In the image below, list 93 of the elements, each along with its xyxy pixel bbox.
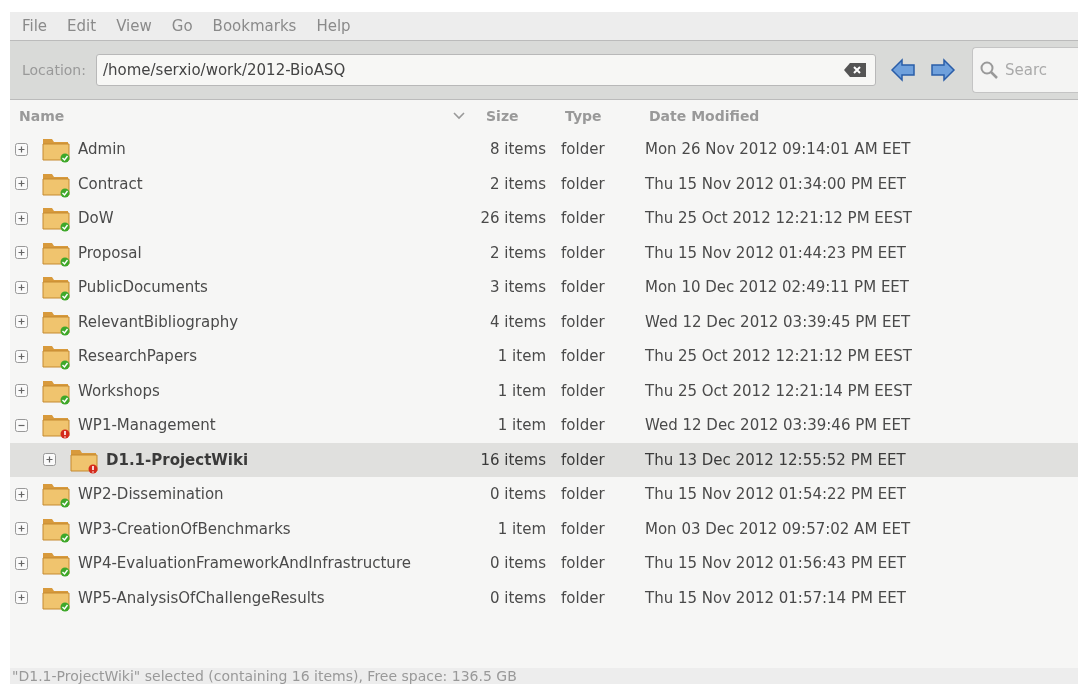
date-modified: Wed 12 Dec 2012 03:39:46 PM EET: [644, 416, 912, 435]
expand-toggle[interactable]: [15, 591, 28, 605]
item-count: 0 items: [489, 554, 547, 573]
file-type: folder: [560, 416, 606, 435]
location-field[interactable]: /home/serxio/work/2012-BioASQ: [95, 54, 876, 86]
item-count: 1 item: [496, 381, 547, 400]
search-icon: [979, 61, 998, 79]
item-count: 4 items: [489, 312, 547, 331]
date-modified: Thu 15 Nov 2012 01:57:14 PM EET: [644, 588, 907, 607]
file-name: WP3-CreationOfBenchmarks: [78, 519, 291, 538]
file-type: folder: [560, 347, 606, 366]
location-label: Location:: [22, 62, 86, 78]
file-row[interactable]: WP5-AnalysisOfChallengeResults 0 items folder Thu 15 Nov 2012 01:57:14 PM EET: [10, 580, 1078, 615]
date-modified: Thu 25 Oct 2012 12:21:12 PM EEST: [644, 347, 913, 366]
item-count: 2 items: [489, 174, 547, 193]
file-name: Contract: [78, 174, 143, 193]
file-row[interactable]: ResearchPapers 1 item folder Thu 25 Oct 2012 12:21:12 PM EEST: [10, 339, 1078, 374]
file-name: WP1-Management: [78, 416, 216, 435]
date-modified: Thu 25 Oct 2012 12:21:12 PM EEST: [644, 209, 913, 228]
file-type: folder: [560, 174, 606, 193]
file-type: folder: [560, 485, 606, 504]
search-field[interactable]: Searc: [971, 47, 1078, 93]
file-name: RelevantBibliography: [78, 312, 239, 331]
file-name: WP5-AnalysisOfChallengeResults: [78, 588, 325, 607]
item-count: 8 items: [489, 140, 547, 159]
file-type: folder: [560, 588, 606, 607]
date-modified: Thu 25 Oct 2012 12:21:14 PM EEST: [644, 381, 913, 400]
file-type: folder: [560, 209, 606, 228]
collapse-toggle[interactable]: [15, 418, 28, 432]
expand-toggle[interactable]: [15, 384, 28, 398]
item-count: 3 items: [489, 278, 547, 297]
forward-arrow-icon[interactable]: [929, 58, 956, 82]
item-count: 0 items: [489, 485, 547, 504]
clear-icon[interactable]: [843, 63, 866, 77]
file-row[interactable]: PublicDocuments 3 items folder Mon 10 Dec 2012 02:49:11 PM EET: [10, 270, 1078, 305]
expand-toggle[interactable]: [15, 349, 28, 363]
expand-toggle[interactable]: [15, 211, 28, 225]
expand-toggle[interactable]: [15, 142, 28, 156]
file-type: folder: [560, 278, 606, 297]
date-modified: Mon 03 Dec 2012 09:57:02 AM EET: [644, 519, 912, 538]
date-modified: Thu 13 Dec 2012 12:55:52 PM EET: [644, 450, 907, 469]
expand-toggle[interactable]: [15, 246, 28, 260]
status-bar: "D1.1-ProjectWiki" selected (containing 16 items), Free space: 136.5 GB: [10, 668, 1078, 684]
file-name: DoW: [78, 209, 114, 228]
item-count: 26 items: [479, 209, 547, 228]
back-arrow-icon[interactable]: [889, 58, 916, 82]
date-modified: Thu 15 Nov 2012 01:56:43 PM EET: [644, 554, 907, 573]
file-row[interactable]: WP4-EvaluationFrameworkAndInfrastructure 0 items folder Thu 15 Nov 2012 01:56:43 PM EET: [10, 546, 1078, 581]
file-type: folder: [560, 381, 606, 400]
file-row[interactable]: WP2-Dissemination 0 items folder Thu 15 Nov 2012 01:54:22 PM EET: [10, 477, 1078, 512]
expand-toggle[interactable]: [15, 177, 28, 191]
date-modified: Thu 15 Nov 2012 01:54:22 PM EET: [644, 485, 907, 504]
file-row[interactable]: RelevantBibliography 4 items folder Wed 12 Dec 2012 03:39:45 PM EET: [10, 304, 1078, 339]
expand-toggle[interactable]: [43, 453, 56, 467]
item-count: 2 items: [489, 243, 547, 262]
expand-toggle[interactable]: [15, 280, 28, 294]
item-count: 1 item: [496, 519, 547, 538]
file-name: WP4-EvaluationFrameworkAndInfrastructure: [78, 554, 411, 573]
file-name: D1.1-ProjectWiki: [106, 450, 249, 469]
item-count: 16 items: [479, 450, 547, 469]
date-modified: Thu 15 Nov 2012 01:34:00 PM EET: [644, 174, 907, 193]
file-row[interactable]: Contract 2 items folder Thu 15 Nov 2012 01:34:00 PM EET: [10, 166, 1078, 201]
expand-toggle[interactable]: [15, 487, 28, 501]
file-name: PublicDocuments: [78, 278, 208, 297]
file-type: folder: [560, 312, 606, 331]
file-name: Proposal: [78, 243, 142, 262]
date-modified: Wed 12 Dec 2012 03:39:45 PM EET: [644, 312, 912, 331]
date-modified: Thu 15 Nov 2012 01:44:23 PM EET: [644, 243, 907, 262]
file-row[interactable]: WP3-CreationOfBenchmarks 1 item folder Mon 03 Dec 2012 09:57:02 AM EET: [10, 511, 1078, 546]
expand-toggle[interactable]: [15, 315, 28, 329]
file-name: WP2-Dissemination: [78, 485, 224, 504]
file-type: folder: [560, 140, 606, 159]
file-type: folder: [560, 450, 606, 469]
sort-chevron-icon[interactable]: [452, 111, 466, 121]
file-row[interactable]: D1.1-ProjectWiki 16 items folder Thu 13 Dec 2012 12:55:52 PM EET: [10, 442, 1078, 477]
item-count: 1 item: [496, 347, 547, 366]
file-name: Workshops: [78, 381, 160, 400]
file-row[interactable]: Workshops 1 item folder Thu 25 Oct 2012 12:21:14 PM EEST: [10, 373, 1078, 408]
date-modified: Mon 10 Dec 2012 02:49:11 PM EET: [644, 278, 910, 297]
file-row[interactable]: Proposal 2 items folder Thu 15 Nov 2012 01:44:23 PM EET: [10, 235, 1078, 270]
file-type: folder: [560, 519, 606, 538]
item-count: 0 items: [489, 588, 547, 607]
file-type: folder: [560, 554, 606, 573]
item-count: 1 item: [496, 416, 547, 435]
file-row[interactable]: Admin 8 items folder Mon 26 Nov 2012 09:14:01 AM EET: [10, 132, 1078, 167]
file-row[interactable]: DoW 26 items folder Thu 25 Oct 2012 12:21:12 PM EEST: [10, 201, 1078, 236]
expand-toggle[interactable]: [15, 556, 28, 570]
file-name: Admin: [78, 140, 126, 159]
file-type: folder: [560, 243, 606, 262]
file-name: ResearchPapers: [78, 347, 198, 366]
file-row[interactable]: WP1-Management 1 item folder Wed 12 Dec 2012 03:39:46 PM EET: [10, 408, 1078, 443]
date-modified: Mon 26 Nov 2012 09:14:01 AM EET: [644, 140, 912, 159]
expand-toggle[interactable]: [15, 522, 28, 536]
